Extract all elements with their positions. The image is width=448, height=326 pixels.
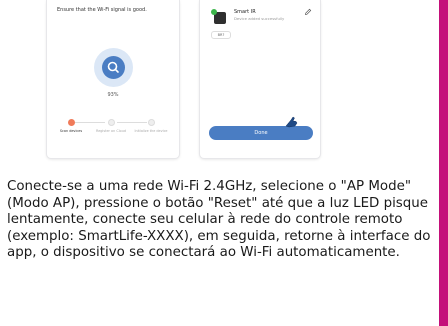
progress-percent: 93% xyxy=(107,92,119,98)
step-dot-initialize xyxy=(148,119,155,126)
step-dot-scan xyxy=(68,119,75,126)
search-button[interactable] xyxy=(102,56,125,79)
device-name: Smart IR xyxy=(234,9,256,15)
edit-icon[interactable] xyxy=(304,8,312,16)
accent-bar xyxy=(439,0,448,326)
check-icon xyxy=(211,9,217,15)
step-connector xyxy=(75,122,105,123)
progress-ring xyxy=(94,48,133,87)
step-label-register: Register on Cloud xyxy=(95,129,127,133)
step-label-scan: Scan devices xyxy=(59,129,83,133)
wifi-hint: Ensure that the Wi-Fi signal is good. xyxy=(57,7,147,13)
step-label-initialize: Initialize the device xyxy=(134,129,168,133)
instructions-text: Conecte-se a uma rede Wi-Fi 2.4GHz, sele… xyxy=(7,179,431,261)
scan-screen: Ensure that the Wi-Fi signal is good. 93… xyxy=(47,0,179,158)
search-icon xyxy=(107,61,119,73)
device-added-screen: Smart IR Device added successfully BR? D… xyxy=(200,0,320,158)
step-dot-register xyxy=(108,119,115,126)
cursor-hand-icon xyxy=(285,116,298,128)
step-indicator: Scan devices Register on Cloud Initializ… xyxy=(60,118,168,138)
device-status: Device added successfully xyxy=(234,16,285,21)
step-connector xyxy=(117,122,147,123)
room-chip[interactable]: BR? xyxy=(211,31,231,39)
